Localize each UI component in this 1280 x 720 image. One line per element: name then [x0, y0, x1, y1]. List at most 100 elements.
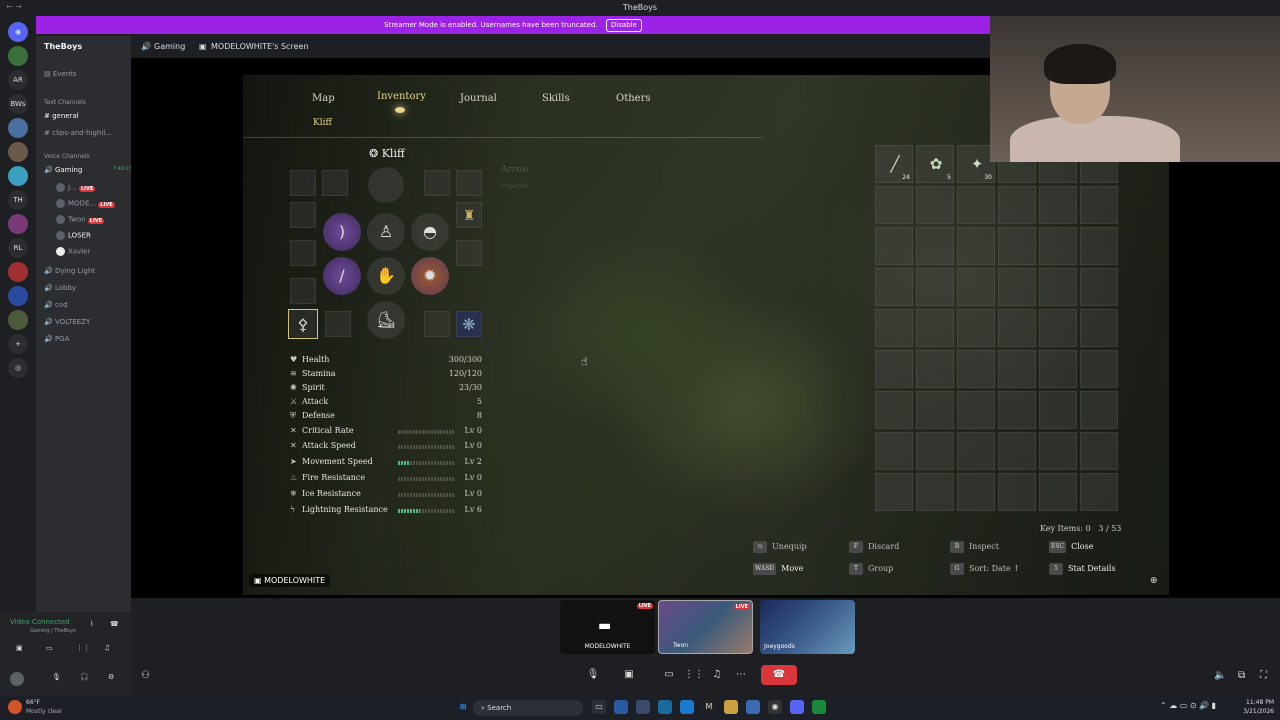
voice-channel[interactable]: 🔊 Lobby — [44, 284, 76, 292]
tab-others[interactable]: Others — [616, 93, 651, 104]
stat-row[interactable]: ➤ Movement Speed Lv 2 — [290, 457, 486, 471]
inventory-slot[interactable] — [1080, 432, 1118, 470]
participant-tile[interactable]: Joeygoods — [760, 600, 855, 654]
inventory-slot[interactable] — [1080, 350, 1118, 388]
equip-slot-boots[interactable]: ⛸ — [367, 301, 405, 339]
inventory-slot[interactable] — [916, 350, 954, 388]
inventory-slot[interactable] — [1080, 268, 1118, 306]
inventory-slot[interactable] — [916, 227, 954, 265]
inventory-slot[interactable]: ╱ 24 — [875, 145, 913, 183]
channel-name[interactable]: Gaming — [154, 42, 185, 51]
inventory-slot[interactable] — [1080, 391, 1118, 429]
inventory-slot[interactable]: ✿ 5 — [916, 145, 954, 183]
voice-user[interactable]: MODE... LIVE — [56, 199, 115, 208]
server-icon[interactable]: BWs — [8, 94, 28, 114]
channel-clips[interactable]: # clips-and-highli... — [44, 129, 112, 137]
tab-journal[interactable]: Journal — [460, 93, 497, 104]
leave-call-button[interactable]: ☎ — [761, 665, 797, 685]
fullscreen-icon[interactable]: ⛶ — [1260, 670, 1267, 681]
tab-inventory[interactable]: Inventory — [377, 91, 426, 102]
inventory-slot[interactable] — [875, 186, 913, 224]
voice-user[interactable]: Xavier — [56, 247, 90, 256]
inventory-slot[interactable] — [916, 309, 954, 347]
equip-slot-selected[interactable]: ⚴ — [288, 309, 318, 339]
server-icon[interactable]: AR — [8, 70, 28, 90]
more-icon[interactable]: ⋯ — [732, 668, 750, 682]
tab-map[interactable]: Map — [312, 93, 335, 104]
stat-row[interactable]: ⚔ Attack 5 — [290, 397, 486, 411]
equip-slot[interactable] — [290, 240, 316, 266]
voice-channel[interactable]: 🔊 VOLTEEZY — [44, 318, 90, 326]
hint-move[interactable]: WASD Move — [753, 563, 803, 575]
waveform-icon[interactable]: ⌇ — [90, 620, 93, 628]
inventory-slot[interactable] — [1039, 432, 1077, 470]
hint-group[interactable]: T Group — [849, 563, 893, 575]
discord-home-icon[interactable]: ◉ — [8, 22, 28, 42]
equip-slot[interactable] — [456, 170, 482, 196]
server-icon[interactable] — [8, 142, 28, 162]
inventory-slot[interactable] — [875, 391, 913, 429]
disable-button[interactable]: Disable — [605, 19, 642, 32]
text-channels-category[interactable]: Text Channels — [44, 99, 86, 106]
inventory-slot[interactable] — [1039, 391, 1077, 429]
gear-icon[interactable]: ⚙ — [108, 673, 114, 681]
stat-row[interactable]: ✕ Attack Speed Lv 0 — [290, 441, 486, 455]
headphones-icon[interactable]: 🎧 — [80, 673, 89, 681]
discord-taskbar-icon[interactable] — [790, 700, 804, 714]
equip-slot-accessory[interactable]: ✹ — [411, 257, 449, 295]
voice-channels-category[interactable]: Voice Channels — [44, 153, 90, 160]
hint-unequip[interactable]: ⇆ Unequip — [753, 541, 807, 553]
camera-off-icon[interactable]: ▣ — [620, 668, 638, 682]
inventory-slot[interactable] — [998, 473, 1036, 511]
inventory-slot[interactable] — [1080, 473, 1118, 511]
subtab-kliff[interactable]: Kliff — [313, 118, 332, 128]
hint-stat-details[interactable]: 5 Stat Details — [1049, 563, 1116, 575]
inventory-slot[interactable] — [1039, 186, 1077, 224]
zoom-icon[interactable]: ⊕ — [1150, 576, 1158, 586]
equip-slot[interactable] — [290, 202, 316, 228]
inventory-slot[interactable] — [875, 350, 913, 388]
stat-row[interactable]: ✺ Spirit 23/30 — [290, 383, 486, 397]
server-icon[interactable] — [8, 262, 28, 282]
add-server-icon[interactable]: + — [8, 334, 28, 354]
rune-icon[interactable]: ❋ — [456, 311, 482, 337]
voice-user[interactable]: Twon LIVE — [56, 215, 105, 224]
inventory-slot[interactable] — [1080, 309, 1118, 347]
equip-slot-armor[interactable]: ♙ — [367, 213, 405, 251]
server-icon[interactable] — [8, 118, 28, 138]
hint-inspect[interactable]: R Inspect — [950, 541, 999, 553]
inventory-slot[interactable] — [875, 268, 913, 306]
inventory-slot[interactable] — [1080, 227, 1118, 265]
inventory-slot[interactable] — [875, 432, 913, 470]
equip-slot-helmet[interactable] — [368, 167, 404, 203]
inventory-slot[interactable] — [916, 186, 954, 224]
stat-row[interactable]: ϟ Lightning Resistance Lv 6 — [290, 505, 486, 519]
app-icon[interactable] — [812, 700, 826, 714]
inventory-slot[interactable] — [998, 350, 1036, 388]
camera-icon[interactable]: ▣ — [16, 644, 23, 652]
voice-channel-gaming[interactable]: 🔊 Gaming 7:40:23 — [44, 166, 132, 174]
events-link[interactable]: ▤ Events — [44, 70, 77, 78]
invite-icon[interactable]: ⚇ — [141, 670, 150, 681]
soundboard-icon[interactable]: ♫ — [104, 644, 110, 652]
equip-slot-sword[interactable]: / — [323, 257, 361, 295]
inventory-slot[interactable] — [1039, 309, 1077, 347]
discover-icon[interactable]: ◎ — [8, 358, 28, 378]
voice-user[interactable]: LOSER — [56, 231, 91, 240]
voice-channel[interactable]: 🔊 PGA — [44, 335, 69, 343]
voice-user[interactable]: J... LIVE — [56, 183, 96, 192]
server-icon[interactable] — [8, 166, 28, 186]
voice-channel[interactable]: 🔊 Dying Light — [44, 267, 95, 275]
server-icon[interactable] — [8, 214, 28, 234]
inventory-slot[interactable] — [957, 432, 995, 470]
avatar[interactable] — [10, 672, 24, 686]
stat-row[interactable]: ⛨ Defense 8 — [290, 411, 486, 425]
inventory-slot[interactable] — [1039, 227, 1077, 265]
inventory-slot[interactable] — [998, 268, 1036, 306]
inventory-slot[interactable] — [916, 473, 954, 511]
inventory-slot[interactable] — [916, 391, 954, 429]
stat-row[interactable]: ✕ Critical Rate Lv 0 — [290, 426, 486, 440]
equip-slot[interactable] — [424, 170, 450, 196]
channel-general[interactable]: # general — [44, 112, 79, 120]
inventory-slot[interactable] — [957, 186, 995, 224]
